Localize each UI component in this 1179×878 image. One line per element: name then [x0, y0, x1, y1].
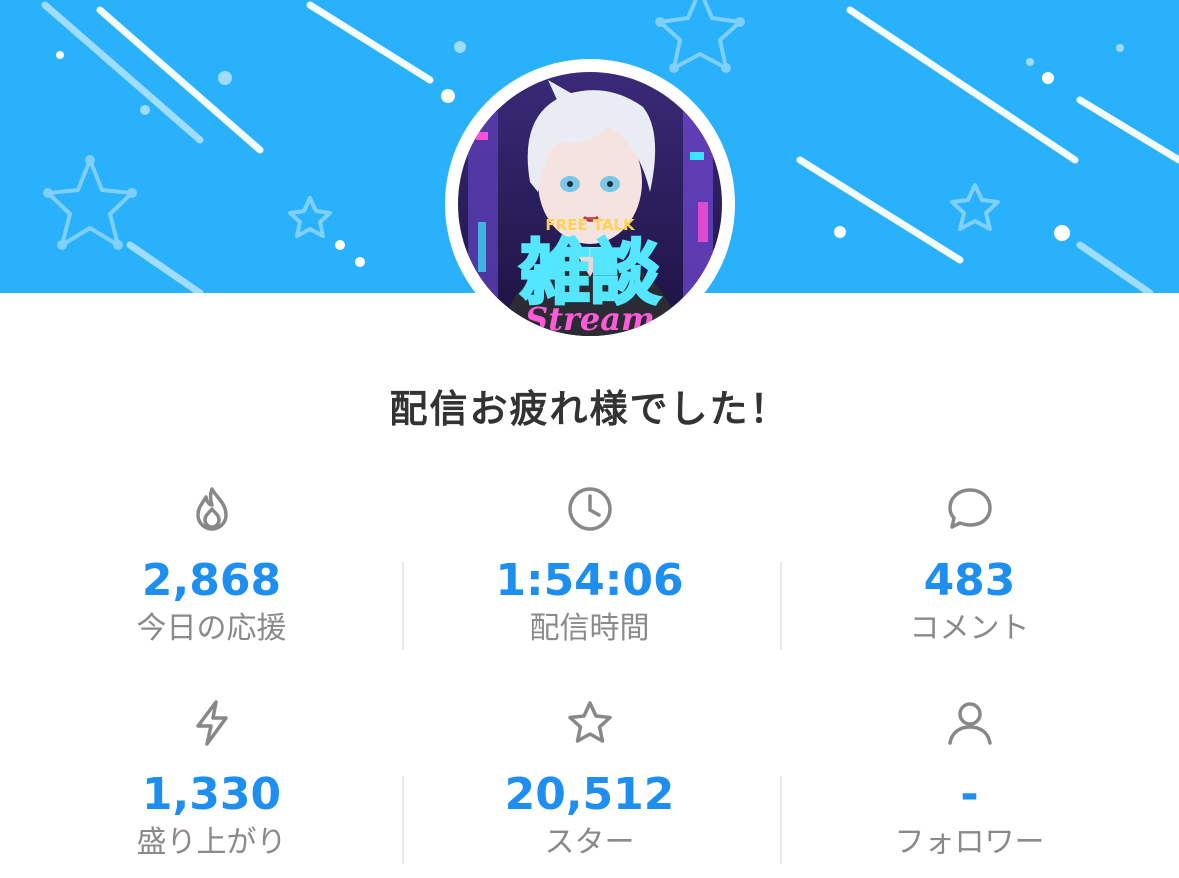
flame-icon: [195, 487, 228, 531]
stat-label: 今日の応援: [136, 611, 287, 646]
stat-support: 2,868 今日の応援: [15, 483, 408, 647]
neon-bottom-text: Stream: [525, 300, 655, 336]
stat-duration: 1:54:06 配信時間: [393, 483, 786, 647]
column-divider: [780, 562, 782, 650]
stat-value: -: [960, 769, 979, 820]
avatar: FREE TALK 雑談 Stream: [458, 72, 722, 336]
page-title: 配信お疲れ様でした！: [389, 387, 790, 431]
stat-stars: 20,512 スター: [393, 697, 786, 861]
stat-label: コメント: [909, 611, 1030, 646]
star-icon: [567, 701, 612, 743]
avatar-frame: FREE TALK 雑談 Stream: [445, 59, 735, 349]
stat-comments: 483 コメント: [773, 483, 1166, 647]
person-icon: [947, 702, 992, 745]
stat-label: フォロワー: [894, 825, 1045, 860]
column-divider: [402, 562, 404, 650]
stat-value: 2,868: [141, 555, 282, 606]
stat-label: 配信時間: [529, 611, 650, 646]
lightning-icon: [195, 700, 228, 746]
clock-icon: [567, 487, 612, 531]
stat-label: スター: [544, 825, 635, 860]
column-divider: [402, 776, 404, 864]
column-divider: [780, 776, 782, 864]
stat-excitement: 1,330 盛り上がり: [15, 697, 408, 861]
chat-bubble-icon: [947, 488, 992, 529]
stat-label: 盛り上がり: [136, 825, 287, 860]
stat-value: 1,330: [141, 769, 282, 820]
stat-followers: - フォロワー: [773, 697, 1166, 861]
stat-value: 1:54:06: [495, 555, 684, 606]
stat-value: 483: [923, 555, 1016, 606]
stat-value: 20,512: [504, 769, 675, 820]
